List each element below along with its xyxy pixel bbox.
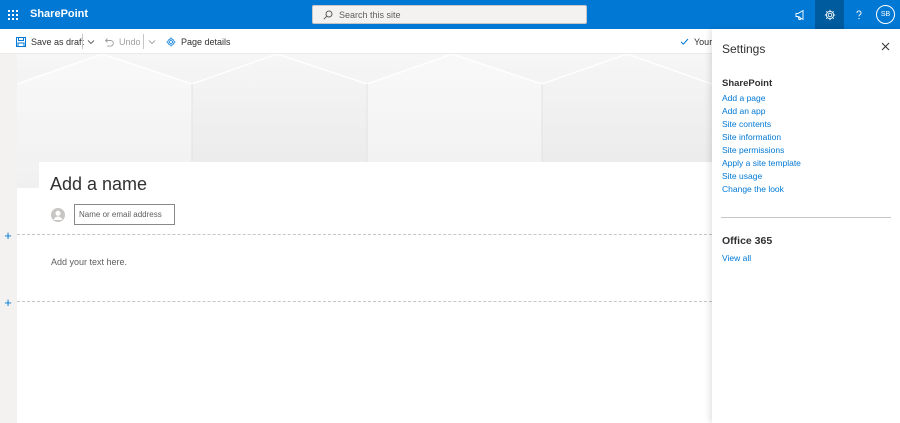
avatar[interactable]: SB	[876, 5, 895, 24]
command-bar: Save as draft Undo Page details	[0, 29, 712, 54]
chevron-down-icon[interactable]	[148, 29, 156, 54]
link-change-look[interactable]: Change the look	[722, 183, 801, 196]
settings-panel: Settings SharePoint Add a page Add an ap…	[712, 29, 900, 423]
suite-bar: SharePoint SB	[0, 0, 900, 29]
save-icon	[16, 36, 26, 47]
page-title-input[interactable]: Add a name	[50, 174, 147, 195]
panel-divider	[721, 217, 891, 218]
view-all-link[interactable]: View all	[722, 253, 751, 263]
chevron-down-icon[interactable]	[87, 29, 95, 54]
app-name[interactable]: SharePoint	[30, 8, 88, 20]
divider	[82, 34, 83, 49]
search-icon	[323, 10, 333, 20]
sharepoint-heading: SharePoint	[722, 78, 773, 89]
close-icon	[881, 42, 889, 50]
page-canvas: Add a name Add your text here.	[17, 54, 712, 423]
save-as-draft-label: Save as draft	[31, 36, 85, 47]
link-add-app[interactable]: Add an app	[722, 105, 801, 118]
link-site-contents[interactable]: Site contents	[722, 118, 801, 131]
undo-label: Undo	[119, 36, 141, 47]
section-divider	[17, 234, 712, 235]
page-details-label: Page details	[181, 36, 231, 47]
author-input[interactable]	[74, 204, 175, 225]
text-web-part[interactable]: Add your text here.	[51, 257, 127, 267]
megaphone-icon[interactable]	[786, 0, 815, 29]
divider	[143, 34, 144, 49]
add-section-button[interactable]: +	[1, 295, 15, 309]
office-365-heading: Office 365	[722, 235, 773, 247]
title-area: Add a name	[39, 162, 712, 242]
link-site-permissions[interactable]: Site permissions	[722, 144, 801, 157]
help-icon[interactable]	[844, 0, 873, 29]
section-divider	[17, 301, 712, 302]
gear-icon	[166, 37, 176, 46]
save-status: Your	[680, 29, 712, 54]
panel-title: Settings	[722, 42, 766, 56]
search-box[interactable]	[312, 5, 587, 24]
waffle-icon[interactable]	[0, 0, 26, 29]
link-add-page[interactable]: Add a page	[722, 92, 801, 105]
undo-button[interactable]: Undo	[104, 29, 141, 54]
person-icon	[51, 208, 65, 222]
link-site-usage[interactable]: Site usage	[722, 170, 801, 183]
link-site-information[interactable]: Site information	[722, 131, 801, 144]
settings-links: Add a page Add an app Site contents Site…	[722, 92, 801, 196]
save-status-text: Your	[694, 36, 713, 47]
gear-icon[interactable]	[815, 0, 844, 29]
link-apply-site-template[interactable]: Apply a site template	[722, 157, 801, 170]
page-details-button[interactable]: Page details	[166, 29, 231, 54]
close-button[interactable]	[878, 39, 892, 53]
add-section-button[interactable]: +	[1, 228, 15, 242]
checkmark-icon	[680, 38, 689, 45]
search-input[interactable]	[339, 9, 559, 20]
save-as-draft-button[interactable]: Save as draft	[16, 29, 84, 54]
undo-icon	[104, 37, 114, 47]
